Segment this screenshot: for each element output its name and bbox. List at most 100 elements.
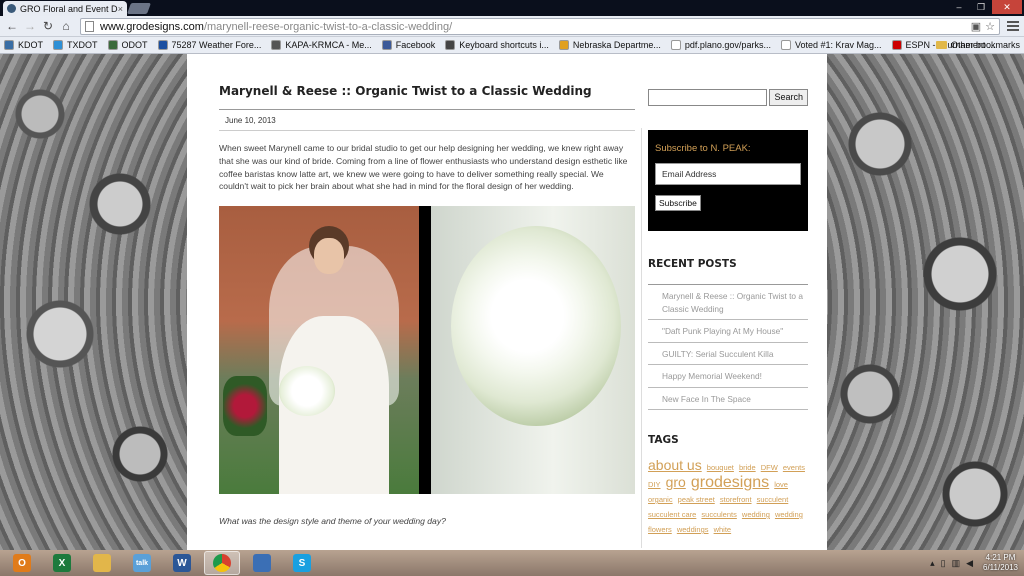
tag-link[interactable]: gro (666, 474, 686, 490)
search-button[interactable]: Search (769, 88, 808, 106)
search-input[interactable] (648, 88, 768, 106)
sidebar: Search Subscribe to N. PEAK: Email Addre… (648, 88, 808, 537)
taskbar-outlook-button[interactable]: O (4, 551, 40, 575)
tag-link[interactable]: events (783, 463, 805, 472)
volume-icon[interactable]: ◀ (966, 558, 973, 569)
bookmark-label: TXDOT (67, 40, 98, 50)
forward-arrow-icon[interactable]: → (22, 18, 38, 34)
site-favicon-icon (7, 4, 16, 13)
tag-link[interactable]: grodesigns (691, 474, 769, 491)
bookmark-favicon-icon (271, 40, 282, 50)
network-icon (253, 554, 271, 572)
tag-link[interactable]: organic (648, 495, 673, 504)
taskbar-talk-button[interactable]: talk (124, 551, 160, 575)
back-arrow-icon[interactable]: ← (4, 18, 20, 34)
taskbar-word-button[interactable]: W (164, 551, 200, 575)
other-bookmarks-label: Other bookmarks (950, 40, 1020, 50)
browser-tab[interactable]: GRO Floral and Event Desi × (3, 1, 127, 16)
subscribe-button[interactable]: Subscribe (655, 195, 701, 211)
bookmark-item[interactable]: Facebook (381, 40, 436, 50)
clock[interactable]: 4:21 PM 6/11/2013 (983, 553, 1018, 573)
restore-icon[interactable]: ❐ (970, 0, 992, 14)
battery-icon[interactable]: ▯ (941, 558, 946, 569)
taskbar-network-button[interactable] (244, 551, 280, 575)
tag-link[interactable]: storefront (720, 495, 752, 504)
reload-icon[interactable]: ↻ (40, 18, 56, 34)
arrow-up-icon[interactable]: ▴ (930, 558, 935, 569)
recent-post-link[interactable]: "Daft Punk Playing At My House" (648, 320, 808, 343)
new-tab-button[interactable] (126, 3, 152, 14)
bookmark-item[interactable]: Keyboard shortcuts i... (445, 40, 549, 50)
address-bar[interactable]: www.grodesigns.com/marynell-reese-organi… (80, 18, 1000, 35)
recent-post-link[interactable]: GUILTY: Serial Succulent Killa (648, 343, 808, 365)
taskbar-skype-button[interactable]: S (284, 551, 320, 575)
network-icon[interactable]: ▥ (952, 558, 961, 569)
blog-post: Marynell & Reese :: Organic Twist to a C… (219, 84, 635, 526)
tag-link[interactable]: about us (648, 457, 702, 473)
tag-link[interactable]: DFW (761, 463, 778, 472)
bookmarks-bar: KDOT TXDOT ODOT 75287 Weather Fore... KAPA-K… (0, 37, 1024, 54)
chrome-menu-icon[interactable] (1006, 19, 1020, 33)
bookmark-label: Nebraska Departme... (572, 40, 661, 50)
tag-link[interactable]: succulents (701, 510, 736, 519)
bookmark-item[interactable]: KDOT (4, 40, 43, 50)
page-action-icon[interactable]: ▣ (971, 20, 981, 33)
word-icon: W (173, 554, 191, 572)
bookmark-item[interactable]: KAPA-KRMCA - Me... (271, 40, 372, 50)
recent-post-link[interactable]: Marynell & Reese :: Organic Twist to a C… (648, 285, 808, 320)
bookmark-item[interactable]: TXDOT (53, 40, 98, 50)
post-title[interactable]: Marynell & Reese :: Organic Twist to a C… (219, 84, 635, 110)
tag-link[interactable]: weddings (677, 525, 709, 534)
url-path: /marynell-reese-organic-twist-to-a-class… (203, 20, 453, 33)
bookmark-favicon-icon (891, 40, 902, 50)
bookmark-item[interactable]: ODOT (107, 40, 148, 50)
window-close-icon[interactable]: ✕ (992, 0, 1022, 14)
bookmark-favicon-icon (558, 40, 569, 50)
home-icon[interactable]: ⌂ (58, 18, 74, 34)
recent-posts-heading: RECENT POSTS (648, 258, 808, 285)
tag-link[interactable]: wedding (742, 510, 770, 519)
tag-link[interactable]: love (774, 480, 788, 489)
bookmark-label: ODOT (121, 40, 148, 50)
subscribe-heading: Subscribe to N. PEAK: (655, 143, 751, 154)
bookmark-item[interactable]: pdf.plano.gov/parks... (670, 40, 771, 50)
chrome-icon (213, 554, 231, 572)
bookmark-label: Voted #1: Krav Mag... (794, 40, 882, 50)
taskbar-explorer-button[interactable] (84, 551, 120, 575)
bookmark-item[interactable]: Voted #1: Krav Mag... (780, 40, 882, 50)
bookmark-star-icon[interactable]: ☆ (985, 20, 995, 33)
recent-post-link[interactable]: New Face In The Space (648, 388, 808, 410)
email-field[interactable]: Email Address (655, 163, 801, 185)
tag-link[interactable]: bouquet (707, 463, 734, 472)
skype-icon: S (293, 554, 311, 572)
post-question: What was the design style and theme of y… (219, 516, 446, 527)
tag-cloud: about us bouquet bride DFW events DIY gr… (648, 458, 808, 537)
tag-link[interactable]: peak street (678, 495, 715, 504)
tag-link[interactable]: white (714, 525, 732, 534)
tag-link[interactable]: succulent care (648, 510, 696, 519)
bookmark-item[interactable]: Nebraska Departme... (558, 40, 661, 50)
bookmark-item[interactable]: 75287 Weather Fore... (157, 40, 261, 50)
system-tray: ▴ ▯ ▥ ◀ 4:21 PM 6/11/2013 (930, 552, 1018, 574)
page-content: Marynell & Reese :: Organic Twist to a C… (187, 54, 827, 550)
tag-link[interactable]: succulent (757, 495, 789, 504)
other-bookmarks[interactable]: Other bookmarks (935, 40, 1020, 50)
url-domain: www.grodesigns.com (100, 20, 204, 33)
bookmark-label: KAPA-KRMCA - Me... (285, 40, 372, 50)
bookmark-favicon-icon (53, 40, 64, 50)
page-icon (85, 21, 94, 32)
taskbar-chrome-button[interactable] (204, 551, 240, 575)
search-form: Search (648, 88, 808, 106)
minimize-icon[interactable]: – (948, 0, 970, 14)
windows-taskbar: O Xtalk W S ▴ ▯ ▥ ◀ 4:21 PM 6/11/2013 (0, 550, 1024, 576)
recent-post-link[interactable]: Happy Memorial Weekend! (648, 365, 808, 388)
tag-link[interactable]: DIY (648, 480, 661, 489)
taskbar-excel-button[interactable]: X (44, 551, 80, 575)
bookmark-favicon-icon (107, 40, 118, 50)
outlook-icon: O (13, 554, 31, 572)
window-controls: – ❐ ✕ (948, 0, 1022, 14)
bookmark-favicon-icon (157, 40, 168, 50)
tag-link[interactable]: bride (739, 463, 756, 472)
close-tab-icon[interactable]: × (118, 4, 123, 14)
bookmark-label: Facebook (395, 40, 436, 50)
